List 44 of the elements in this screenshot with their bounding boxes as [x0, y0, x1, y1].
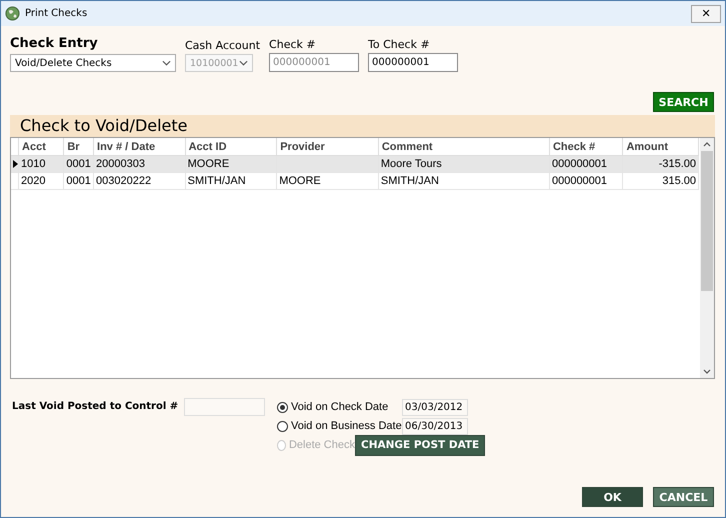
table-cell: 0001 [66, 175, 91, 187]
table-row[interactable]: 1010 0001 20000303 MOORE Moore Tours 000000001 -315.00 [11, 156, 698, 172]
table-cell: MOORE [188, 158, 230, 170]
table-cell: 20000303 [96, 158, 145, 170]
scroll-down-icon[interactable] [703, 369, 711, 374]
table-cell: 0001 [66, 158, 91, 170]
section-title: Check Entry [10, 36, 99, 51]
table-cell: 003020222 [96, 175, 152, 187]
table-cell: 000000001 [552, 175, 608, 187]
close-button[interactable]: ✕ [691, 4, 721, 22]
table-cell: 315.00 [662, 175, 696, 187]
input-field[interactable] [184, 398, 266, 416]
table-row[interactable]: 2020 0001 003020222 SMITH/JAN MOORE SMITH/JAN 000000001 315.00 [11, 172, 698, 190]
field-label: Last Void Posted to Control # [12, 401, 178, 412]
scroll-up-icon[interactable] [703, 142, 711, 147]
field-label: Check # [269, 38, 317, 51]
radio-option[interactable]: Void on Business Date [277, 420, 402, 432]
field-label: To Check # [368, 38, 431, 51]
scroll-thumb[interactable] [701, 151, 713, 291]
scrollbar[interactable] [700, 138, 714, 378]
radio-option[interactable]: Void on Check Date [277, 401, 402, 413]
change-post-date-button[interactable]: CHANGE POST DATE [355, 434, 486, 456]
table-cell: Moore Tours [380, 158, 442, 170]
chevron-icon [239, 60, 248, 66]
grid-title: Check to Void/Delete [10, 115, 715, 137]
field-label: Cash Account [185, 39, 260, 52]
globe-icon [5, 6, 20, 21]
table-cell: -315.00 [658, 158, 696, 170]
table-cell: 2020 [21, 175, 46, 187]
table-cell: 000000001 [552, 158, 608, 170]
mode-dropdown[interactable]: Void/Delete Checks [10, 54, 176, 72]
row-pointer-icon [13, 160, 18, 168]
input-field[interactable]: 000000001 [368, 53, 458, 72]
table-cell: 1010 [21, 158, 46, 170]
chevron-icon [162, 60, 171, 66]
table-cell: MOORE [279, 175, 321, 187]
table-cell: SMITH/JAN [380, 175, 439, 187]
date-field[interactable]: 03/03/2012 [402, 398, 468, 416]
cancel-button[interactable]: CANCEL [653, 487, 714, 507]
table-cell: SMITH/JAN [188, 175, 246, 187]
window-title: Print Checks [25, 8, 88, 19]
date-field[interactable]: 06/30/2013 [402, 418, 468, 434]
ok-button[interactable]: OK [582, 487, 643, 507]
search-button[interactable]: SEARCH [653, 92, 714, 112]
